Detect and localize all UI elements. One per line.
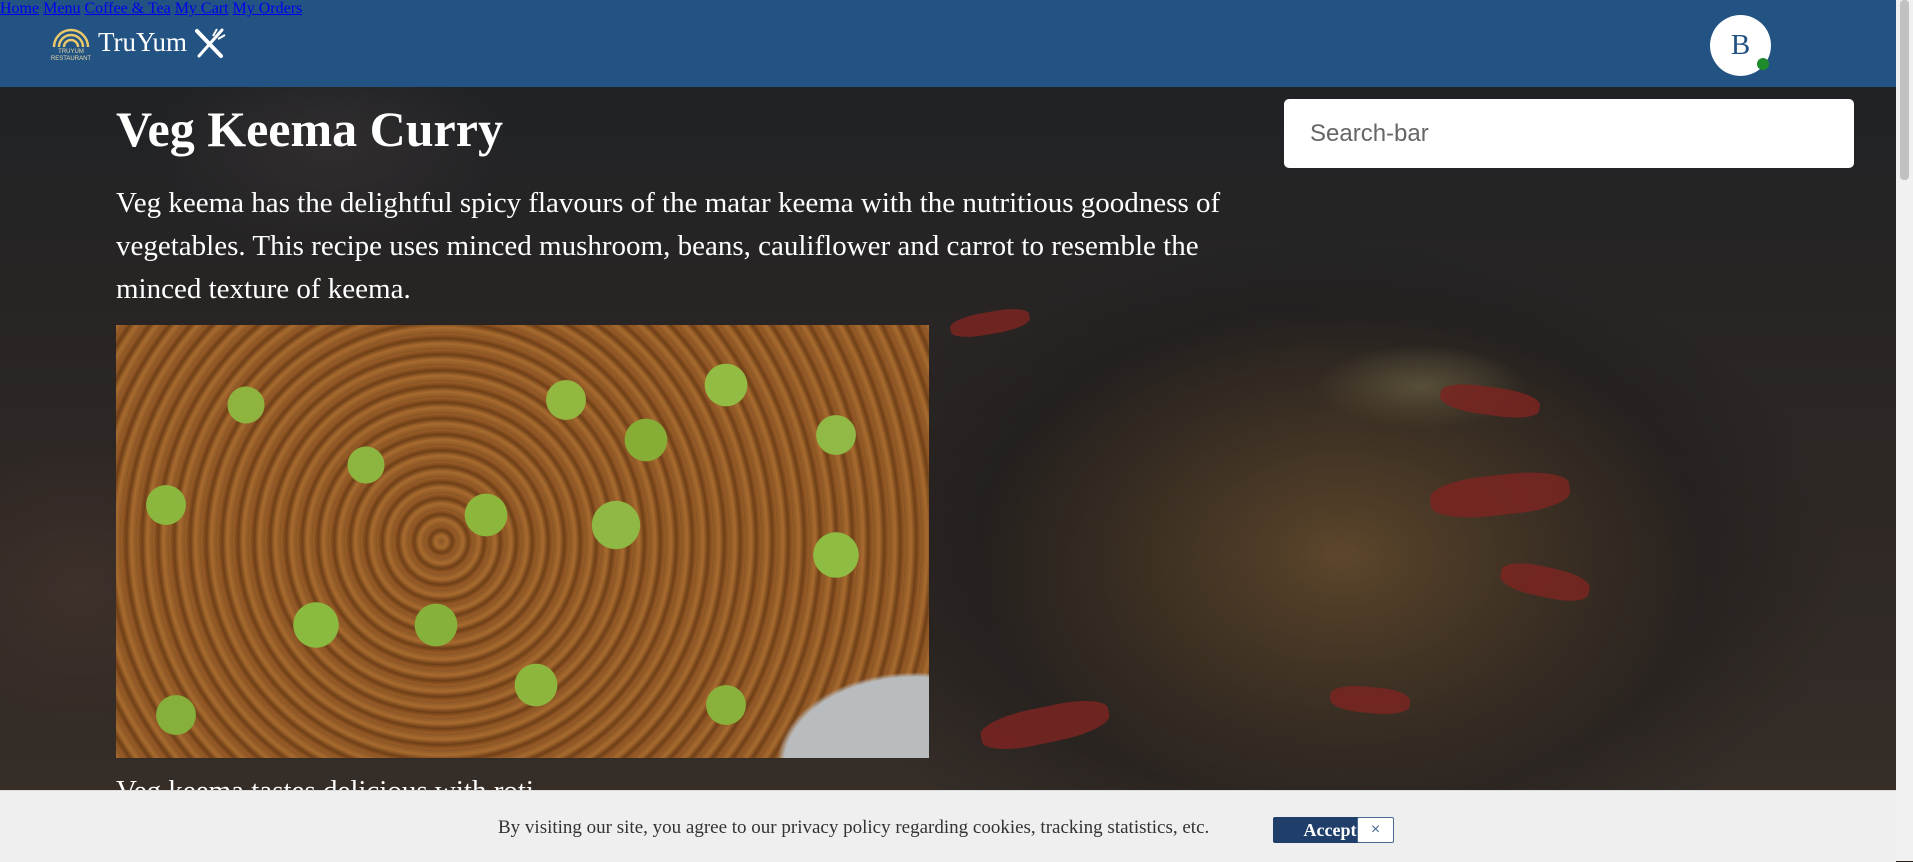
sun-rays-icon: TRUYUM RESTAURANT — [46, 25, 96, 62]
main-nav: Home Menu Coffee & Tea My Cart My Orders — [0, 0, 1896, 18]
dish-description: Veg keema has the delightful spicy flavo… — [116, 187, 1221, 305]
brand-logo[interactable]: TRUYUM RESTAURANT TruYum — [46, 25, 227, 64]
page-scrollbar[interactable] — [1896, 0, 1913, 861]
online-dot-icon — [1757, 58, 1769, 70]
nav-home[interactable]: Home — [0, 0, 39, 17]
brand-name: TruYum — [98, 27, 188, 57]
search-input[interactable] — [1284, 99, 1854, 168]
scrollbar-thumb[interactable] — [1900, 0, 1909, 180]
navbar: TRUYUM RESTAURANT TruYum Home Menu Coffe… — [0, 0, 1896, 87]
nav-menu[interactable]: Menu — [43, 0, 80, 17]
avatar-initial: B — [1730, 29, 1751, 61]
dish-title: Veg Keema Curry — [116, 101, 503, 157]
dish-image — [116, 325, 929, 758]
fork-knife-icon — [193, 27, 227, 64]
close-cookie-banner-button[interactable]: × — [1357, 817, 1394, 843]
cookie-text: By visiting our site, you agree to our p… — [498, 817, 1210, 838]
cookie-banner: By visiting our site, you agree to our p… — [0, 790, 1896, 862]
nav-my-orders[interactable]: My Orders — [232, 0, 302, 17]
user-avatar[interactable]: B — [1710, 15, 1771, 76]
logo-small-text-2: RESTAURANT — [50, 56, 92, 62]
nav-my-cart[interactable]: My Cart — [175, 0, 229, 17]
logo-small-text-1: TRUYUM — [58, 49, 84, 55]
nav-coffee-tea[interactable]: Coffee & Tea — [84, 0, 170, 17]
